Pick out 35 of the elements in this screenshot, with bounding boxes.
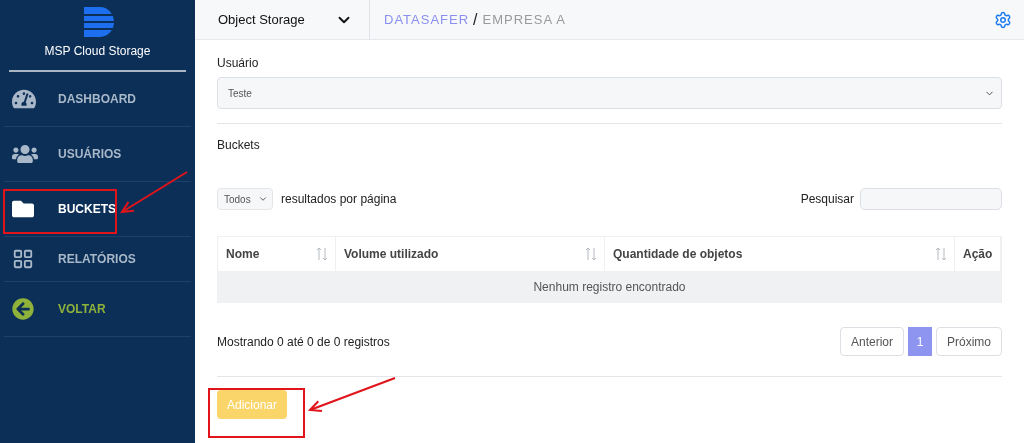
breadcrumb-separator: /	[473, 10, 479, 29]
grid-icon	[12, 248, 34, 270]
nav-item[interactable]: RELATÓRIOS	[58, 252, 136, 266]
breadcrumb-item: EMPRESA A	[482, 12, 566, 27]
previous-button[interactable]: Anterior	[839, 327, 904, 356]
search-field[interactable]	[860, 188, 1002, 210]
records-summary: Mostrando 0 até 0 de 0 registros	[217, 334, 390, 349]
column-header[interactable]: Quantidade de objetos	[613, 247, 743, 261]
folder-icon	[12, 198, 34, 220]
nav-item[interactable]: BUCKETS	[58, 202, 116, 216]
sort-icon	[316, 247, 328, 261]
logo-icon	[81, 6, 114, 38]
back-arrow-icon	[12, 298, 34, 320]
search-label: Pesquisar	[800, 192, 854, 206]
empty-message: Nenhum registro encontrado	[533, 279, 686, 294]
section-title: Buckets	[217, 138, 261, 152]
page-size-select[interactable]: Todos	[217, 188, 273, 210]
user-select[interactable]: Teste	[217, 77, 1002, 109]
sort-icon	[585, 247, 597, 261]
column-header[interactable]: Ação	[963, 247, 993, 261]
sort-icon	[935, 247, 947, 261]
brand-name: MSP Cloud Storage	[44, 44, 151, 58]
nav-item[interactable]: DASHBOARD	[58, 92, 136, 106]
next-button[interactable]: Próximo	[936, 327, 1002, 356]
chevron-down-icon	[258, 194, 268, 204]
nav-item[interactable]: VOLTAR	[58, 302, 106, 316]
nav-item[interactable]: USUÁRIOS	[58, 147, 122, 161]
annotation-arrow	[122, 172, 187, 212]
column-header[interactable]: Nome	[226, 247, 260, 261]
service-dropdown[interactable]: Object Storage	[195, 0, 370, 40]
column-header[interactable]: Volume utilizado	[344, 247, 439, 261]
field-label: Usuário	[217, 56, 260, 70]
gauge-icon	[12, 87, 36, 111]
page-size-label: resultados por página	[281, 192, 397, 206]
settings-icon[interactable]	[994, 10, 1012, 29]
